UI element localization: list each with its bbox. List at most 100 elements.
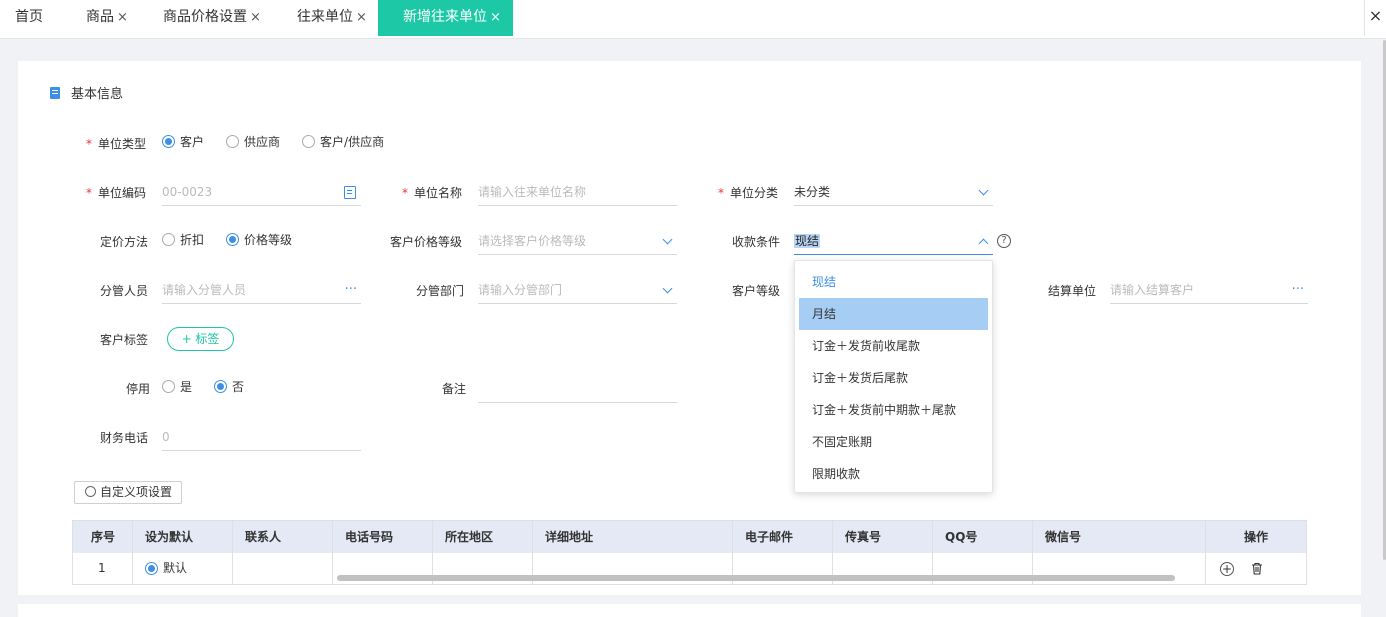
- default-radio[interactable]: 默认: [133, 553, 233, 584]
- dropdown-option[interactable]: 不固定账期: [795, 426, 992, 458]
- dropdown-option[interactable]: 订金＋发货后尾款: [795, 362, 992, 394]
- tab-contact-units[interactable]: 往来单位 ×: [297, 0, 367, 36]
- payment-terms-label: 收款条件: [732, 235, 781, 249]
- horizontal-scrollbar[interactable]: [337, 575, 1175, 581]
- department-label: 分管部门: [416, 284, 465, 298]
- department-placeholder: 请输入分管部门: [478, 283, 563, 297]
- customer-price-level-label: 客户价格等级: [390, 235, 463, 249]
- contacts-table: 序号 设为默认 联系人 电话号码 所在地区 详细地址 电子邮件 传真号 QQ号 …: [72, 520, 1307, 585]
- unit-name-input[interactable]: 请输入往来单位名称: [478, 178, 677, 206]
- radio-circle[interactable]: [162, 380, 175, 393]
- customer-price-level-placeholder: 请选择客户价格等级: [478, 234, 587, 248]
- table-header: 序号 设为默认 联系人 电话号码 所在地区 详细地址 电子邮件 传真号 QQ号 …: [73, 521, 1306, 553]
- column-header: 电子邮件: [733, 521, 833, 553]
- payment-terms-value: 现结: [794, 234, 821, 248]
- add-row-icon[interactable]: +: [1220, 562, 1234, 576]
- radio-circle[interactable]: [162, 135, 175, 148]
- unit-code-input[interactable]: 00-0023: [162, 178, 361, 206]
- help-icon[interactable]: ?: [997, 234, 1011, 248]
- tab-label: 新增往来单位: [403, 9, 487, 25]
- tab-label: 往来单位: [297, 9, 353, 25]
- disabled-label: 停用: [126, 382, 151, 396]
- tab-bar: 首页 商品 × 商品价格设置 × 往来单位 × 新增往来单位 × ×: [0, 0, 1386, 39]
- column-header: 序号: [73, 521, 133, 553]
- close-icon[interactable]: ×: [117, 10, 128, 25]
- finance-phone-label: 财务电话: [100, 431, 149, 445]
- tab-goods[interactable]: 商品 ×: [86, 0, 128, 36]
- dropdown-option[interactable]: 订金＋发货前中期款＋尾款: [795, 394, 992, 426]
- radio-price-level[interactable]: 价格等级: [226, 231, 292, 248]
- add-tag-button[interactable]: + 标签: [167, 327, 234, 351]
- radio-customer[interactable]: 客户: [162, 133, 204, 150]
- radio-circle[interactable]: [162, 233, 175, 246]
- unit-name-label: * 单位名称: [402, 186, 463, 200]
- dropdown-option[interactable]: 订金＋发货前收尾款: [795, 330, 992, 362]
- close-all-tabs-button[interactable]: ×: [1364, 0, 1386, 36]
- column-header: 所在地区: [433, 521, 533, 553]
- payment-terms-dropdown: 现结 月结 订金＋发货前收尾款 订金＋发货后尾款 订金＋发货前中期款＋尾款 不固…: [794, 260, 993, 493]
- radio-no[interactable]: 否: [214, 378, 244, 395]
- radio-customer-supplier[interactable]: 客户/供应商: [302, 133, 384, 150]
- contact-cell[interactable]: [233, 553, 333, 584]
- manager-input[interactable]: 请输入分管人员 ···: [162, 276, 361, 304]
- customer-level-label: 客户等级: [732, 284, 781, 298]
- next-panel: [18, 604, 1361, 617]
- column-header: 操作: [1244, 530, 1269, 544]
- tab-goods-price-settings[interactable]: 商品价格设置 ×: [163, 0, 261, 36]
- document-icon: [50, 86, 60, 99]
- tab-label: 首页: [15, 9, 43, 25]
- payment-terms-select[interactable]: 现结: [794, 227, 993, 255]
- custom-settings-label: 自定义项设置: [100, 485, 173, 499]
- manager-label: 分管人员: [100, 284, 149, 298]
- unit-category-select[interactable]: 未分类: [794, 178, 993, 206]
- finance-phone-input[interactable]: 0: [162, 423, 361, 451]
- radio-circle[interactable]: [302, 135, 316, 148]
- trash-icon[interactable]: [1250, 562, 1264, 576]
- finance-phone-placeholder: 0: [162, 430, 170, 444]
- tab-label: 商品: [86, 9, 114, 25]
- more-icon[interactable]: ···: [1292, 276, 1304, 304]
- chevron-down-icon: [662, 234, 673, 245]
- radio-circle[interactable]: [214, 380, 228, 393]
- gear-icon: [85, 486, 96, 497]
- disabled-radio-group: 是 否: [162, 378, 266, 395]
- pricing-method-radio-group: 折扣 价格等级: [162, 231, 314, 248]
- dropdown-option[interactable]: 现结: [795, 266, 992, 298]
- radio-circle[interactable]: [226, 233, 240, 246]
- default-label: 默认: [163, 561, 188, 575]
- custom-settings-button[interactable]: 自定义项设置: [74, 481, 182, 504]
- radio-circle[interactable]: [145, 562, 158, 575]
- settlement-unit-input[interactable]: 请输入结算客户 ···: [1110, 276, 1308, 304]
- customer-price-level-select[interactable]: 请选择客户价格等级: [478, 227, 677, 255]
- unit-category-value: 未分类: [794, 185, 831, 199]
- radio-discount[interactable]: 折扣: [162, 231, 204, 248]
- unit-type-label: * 单位类型: [86, 137, 147, 151]
- code-generator-icon[interactable]: [344, 186, 356, 199]
- dropdown-option[interactable]: 月结: [799, 298, 988, 330]
- chevron-up-icon: [978, 238, 989, 249]
- remarks-label: 备注: [442, 382, 467, 396]
- section-title-text: 基本信息: [71, 87, 124, 102]
- tab-new-contact-unit[interactable]: 新增往来单位 ×: [378, 0, 513, 36]
- manager-placeholder: 请输入分管人员: [162, 283, 247, 297]
- tab-home[interactable]: 首页: [15, 0, 43, 36]
- close-icon[interactable]: ×: [490, 10, 501, 25]
- radio-supplier[interactable]: 供应商: [226, 133, 280, 150]
- unit-category-label: * 单位分类: [718, 186, 779, 200]
- tab-label: 商品价格设置: [163, 9, 247, 25]
- close-icon[interactable]: ×: [250, 10, 261, 25]
- close-icon[interactable]: ×: [356, 10, 367, 25]
- unit-name-placeholder: 请输入往来单位名称: [478, 185, 587, 199]
- department-select[interactable]: 请输入分管部门: [478, 276, 677, 304]
- radio-circle[interactable]: [226, 135, 240, 148]
- section-title: 基本信息: [50, 83, 123, 102]
- remarks-input[interactable]: [478, 375, 677, 403]
- customer-tags-label: 客户标签: [100, 333, 149, 347]
- unit-code-label: * 单位编码: [86, 186, 147, 200]
- column-header: 电话号码: [333, 521, 433, 553]
- dropdown-option[interactable]: 限期收款: [795, 458, 992, 490]
- chevron-down-icon: [978, 185, 989, 196]
- radio-yes[interactable]: 是: [162, 378, 192, 395]
- column-header: 详细地址: [533, 521, 733, 553]
- more-icon[interactable]: ···: [345, 276, 357, 304]
